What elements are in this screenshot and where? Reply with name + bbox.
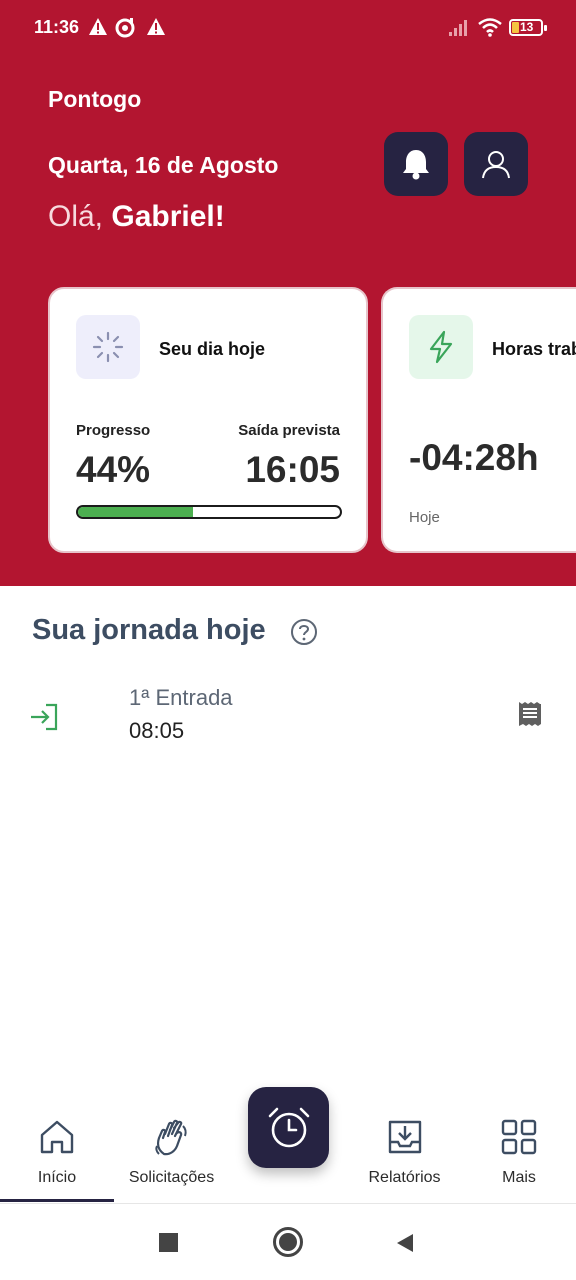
receipt-icon[interactable] [517,700,543,728]
worked-hours-card[interactable]: Horas trab -04:28h Hoje [381,287,576,553]
recents-button[interactable] [159,1233,178,1252]
journey-title: Sua jornada hoje [32,614,266,646]
user-name: Gabriel! [111,200,225,233]
battery-level: 13 [520,20,534,34]
tab-inicio[interactable]: Início [0,1080,114,1202]
grid-icon [501,1119,537,1155]
wifi-icon [478,18,502,37]
card-title: Seu dia hoje [159,339,266,359]
status-time: 11:36 [34,17,80,37]
worked-hours-value: -04:28h [409,437,539,478]
entry-label: 1ª Entrada [129,685,233,710]
download-tray-icon [388,1120,421,1154]
loading-spinner-icon [76,315,140,379]
alarm-clock-icon [268,1107,309,1147]
bell-icon [403,150,429,180]
help-circle-icon[interactable] [290,618,318,646]
worked-hours-sublabel: Hoje [409,509,440,526]
progress-value: 44% [76,449,151,490]
notifications-button[interactable] [384,132,448,196]
app-title: Pontogo [48,86,142,112]
progress-bar-fill [78,507,194,517]
sign-in-icon [31,703,58,731]
system-nav-bar [0,1204,576,1280]
exit-value: 16:05 [245,449,340,490]
tab-relatorios[interactable]: Relatórios [347,1080,462,1202]
tab-label: Relatórios [368,1169,441,1186]
tab-label: Início [37,1169,77,1186]
tab-label: Solicitações [128,1169,215,1186]
tab-label: Mais [502,1169,536,1186]
battery-icon: 13 [509,19,547,36]
tab-solicitacoes[interactable]: Solicitações [114,1080,229,1202]
card-title: Horas trab [492,339,576,359]
greeting-prefix: Olá, [48,200,112,233]
greeting: Olá, Gabriel! [48,200,225,234]
profile-button[interactable] [464,132,528,196]
active-tab-indicator [0,1199,114,1202]
progress-label: Progresso [76,422,151,439]
entry-time: 08:05 [129,718,185,743]
home-icon [40,1120,74,1154]
exit-label: Saída prevista [238,422,340,439]
data-saver-icon [115,18,135,38]
home-button[interactable] [273,1227,303,1257]
day-summary-card[interactable]: Seu dia hoje Progresso Saída prevista 44… [48,287,368,553]
signal-icon [449,20,467,36]
back-button[interactable] [395,1232,415,1254]
lightning-icon [409,315,473,379]
status-bar: 11:36 13 [0,0,576,56]
waving-hand-icon [154,1119,187,1156]
user-icon [482,151,510,179]
current-date: Quarta, 16 de Agosto [48,152,279,178]
warning-icon [89,18,107,35]
warning-icon [147,18,165,35]
clock-in-button[interactable] [248,1087,329,1168]
progress-bar [76,505,342,519]
tab-mais[interactable]: Mais [462,1080,576,1202]
